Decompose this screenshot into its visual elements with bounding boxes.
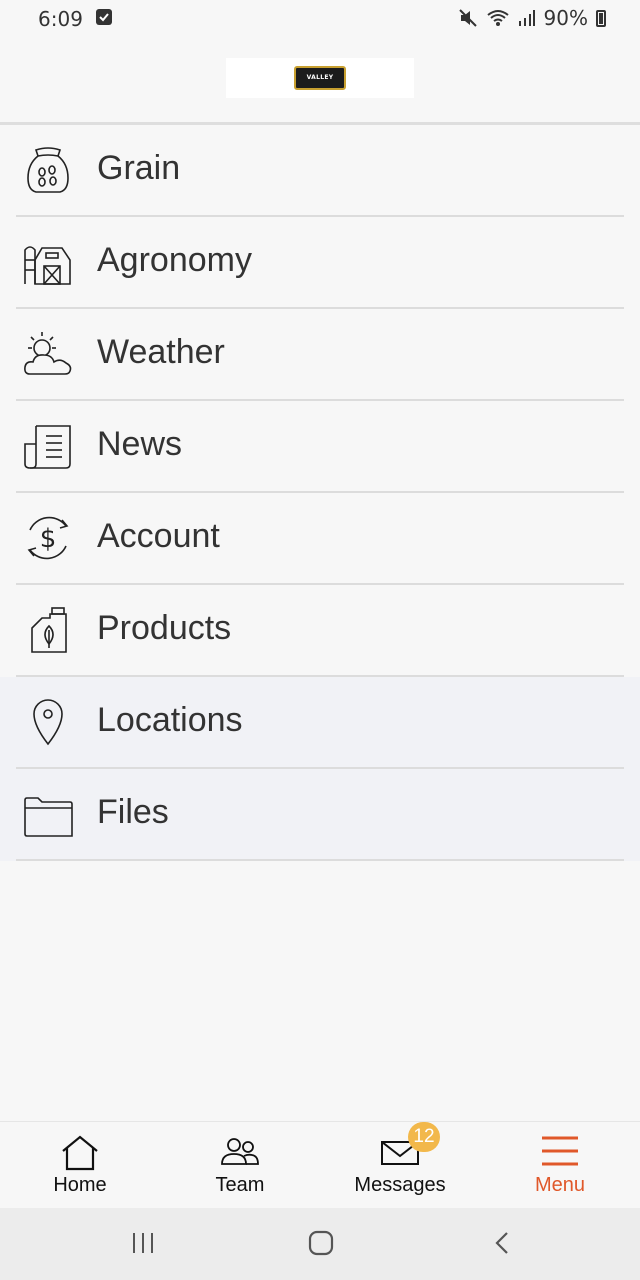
signal-icon [518,10,535,26]
menu-item-locations[interactable]: Locations [0,677,640,769]
system-navigation-bar [0,1208,640,1280]
menu-item-agronomy[interactable]: Agronomy [0,217,640,309]
menu-item-label: Weather [97,333,225,371]
map-pin-icon [33,699,63,746]
newspaper-icon [24,425,71,469]
hamburger-icon [542,1136,578,1166]
nav-home[interactable]: Home [0,1122,160,1208]
mute-icon [458,9,477,27]
logo-container: VALLEY UNITED [226,58,414,98]
folder-icon [24,797,73,837]
menu-item-account[interactable]: $ Account [0,493,640,585]
menu-item-label: Files [97,793,169,831]
menu-item-label: Locations [97,701,243,739]
menu-item-label: Account [97,517,220,555]
battery-percent: 90% [543,6,588,30]
nav-menu[interactable]: Menu [480,1122,640,1208]
nav-messages[interactable]: Messages [320,1122,480,1208]
dollar-cycle-icon: $ [27,516,69,560]
menu-item-files[interactable]: Files [0,769,640,861]
app-header: VALLEY UNITED [0,36,640,125]
valley-united-logo: VALLEY UNITED [294,66,346,90]
battery-charging-icon [596,9,606,27]
team-icon [221,1138,259,1165]
nav-label: Messages [354,1174,446,1196]
menu-item-products[interactable]: Products [0,585,640,677]
messages-badge: 12 [408,1122,440,1152]
menu-item-weather[interactable]: Weather [0,309,640,401]
status-bar: 6:09 90% [0,0,640,36]
menu-item-label: Products [97,609,232,647]
jug-leaf-icon [31,607,67,653]
menu-list: Grain Agronomy Weather News $ Account Pr… [0,125,640,861]
menu-item-label: Grain [97,149,181,187]
nav-label: Menu [534,1174,586,1196]
menu-item-label: Agronomy [97,241,252,279]
home-icon [62,1135,98,1171]
menu-item-grain[interactable]: Grain [0,125,640,217]
recent-apps-icon[interactable] [130,1230,156,1256]
svg-text:$: $ [40,524,57,554]
menu-item-label: News [97,425,183,463]
bottom-navigation: Home Team Messages Menu [0,1121,640,1208]
status-time: 6:09 [38,7,83,31]
barn-silo-icon [24,246,71,285]
nav-label: Home [53,1174,107,1196]
home-button-icon[interactable] [308,1230,334,1256]
back-icon[interactable] [490,1230,516,1256]
nav-label: Team [215,1174,265,1196]
checkbox-notification-icon [96,9,112,25]
menu-item-news[interactable]: News [0,401,640,493]
sun-cloud-icon [24,332,72,375]
wifi-icon [486,10,509,26]
divider [16,859,624,861]
grain-sack-icon [27,147,69,193]
nav-team[interactable]: Team [160,1122,320,1208]
